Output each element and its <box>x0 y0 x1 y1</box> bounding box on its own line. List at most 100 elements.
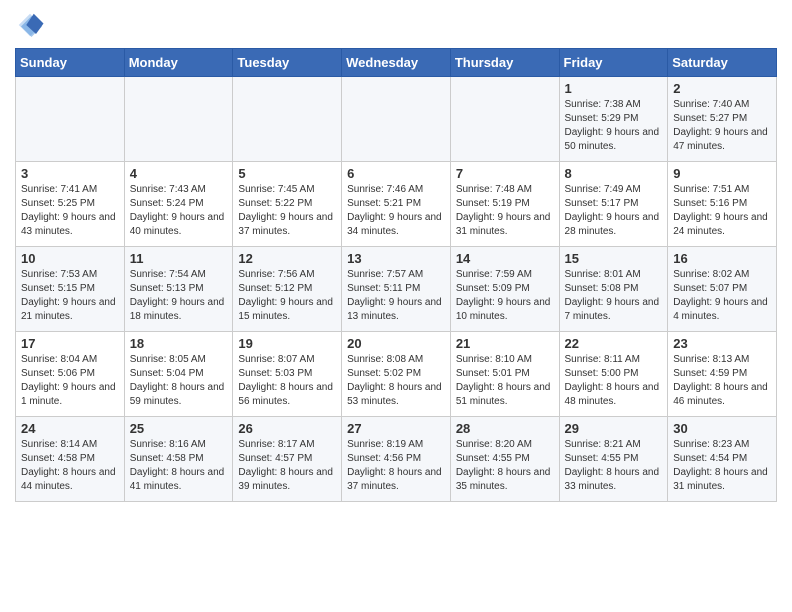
day-number: 21 <box>456 336 554 351</box>
calendar-cell: 2 Sunrise: 7:40 AM Sunset: 5:27 PM Daylig… <box>668 77 777 162</box>
day-info: Sunrise: 7:57 AM Sunset: 5:11 PM Dayligh… <box>347 268 445 324</box>
calendar-cell: 9Sunrise: 7:51 AM Sunset: 5:16 PM Daylig… <box>668 162 777 247</box>
day-info: Sunrise: 8:20 AM Sunset: 4:55 PM Dayligh… <box>456 438 554 494</box>
calendar-cell: 30 Sunrise: 8:23 AM Sunset: 4:54 PM Dayli… <box>668 417 777 502</box>
day-info: Sunrise: 8:05 AM Sunset: 5:04 PM Dayligh… <box>130 353 228 409</box>
day-number: 5 <box>238 166 336 181</box>
day-number: 29 <box>565 421 663 436</box>
day-number: 15 <box>565 251 663 266</box>
day-number: 28 <box>456 421 554 436</box>
day-info: Sunrise: 7:43 AM Sunset: 5:24 PM Dayligh… <box>130 183 228 239</box>
day-info: Sunrise: 8:17 AM Sunset: 4:57 PM Dayligh… <box>238 438 336 494</box>
day-number: 17 <box>21 336 119 351</box>
calendar-header: SundayMondayTuesdayWednesdayThursdayFrid… <box>16 49 777 77</box>
calendar-cell: 15 Sunrise: 8:01 AM Sunset: 5:08 PM Dayli… <box>559 247 668 332</box>
calendar-cell: 22 Sunrise: 8:11 AM Sunset: 5:00 PM Dayli… <box>559 332 668 417</box>
day-number: 6 <box>347 166 445 181</box>
calendar-cell: 25 Sunrise: 8:16 AM Sunset: 4:58 PM Dayli… <box>124 417 233 502</box>
calendar-cell: 1 Sunrise: 7:38 AM Sunset: 5:29 PM Daylig… <box>559 77 668 162</box>
header-row: SundayMondayTuesdayWednesdayThursdayFrid… <box>16 49 777 77</box>
calendar-cell: 28 Sunrise: 8:20 AM Sunset: 4:55 PM Dayli… <box>450 417 559 502</box>
calendar-cell: 3 Sunrise: 7:41 AM Sunset: 5:25 PM Daylig… <box>16 162 125 247</box>
day-info: Sunrise: 8:13 AM Sunset: 4:59 PM Dayligh… <box>673 353 771 409</box>
header-day-saturday: Saturday <box>668 49 777 77</box>
calendar-cell: 10Sunrise: 7:53 AM Sunset: 5:15 PM Dayli… <box>16 247 125 332</box>
week-row-1: 1 Sunrise: 7:38 AM Sunset: 5:29 PM Daylig… <box>16 77 777 162</box>
day-info: Sunrise: 8:04 AM Sunset: 5:06 PM Dayligh… <box>21 353 119 409</box>
day-number: 18 <box>130 336 228 351</box>
day-number: 3 <box>21 166 119 181</box>
day-number: 20 <box>347 336 445 351</box>
day-number: 12 <box>238 251 336 266</box>
day-number: 13 <box>347 251 445 266</box>
calendar-cell: 23Sunrise: 8:13 AM Sunset: 4:59 PM Dayli… <box>668 332 777 417</box>
day-number: 10 <box>21 251 119 266</box>
calendar-cell: 18 Sunrise: 8:05 AM Sunset: 5:04 PM Dayli… <box>124 332 233 417</box>
calendar-cell: 29 Sunrise: 8:21 AM Sunset: 4:55 PM Dayli… <box>559 417 668 502</box>
day-number: 24 <box>21 421 119 436</box>
day-number: 2 <box>673 81 771 96</box>
calendar-cell: 26 Sunrise: 8:17 AM Sunset: 4:57 PM Dayli… <box>233 417 342 502</box>
calendar-cell: 14Sunrise: 7:59 AM Sunset: 5:09 PM Dayli… <box>450 247 559 332</box>
calendar-cell: 21Sunrise: 8:10 AM Sunset: 5:01 PM Dayli… <box>450 332 559 417</box>
calendar-cell: 19Sunrise: 8:07 AM Sunset: 5:03 PM Dayli… <box>233 332 342 417</box>
day-info: Sunrise: 8:19 AM Sunset: 4:56 PM Dayligh… <box>347 438 445 494</box>
calendar-cell: 17 Sunrise: 8:04 AM Sunset: 5:06 PM Dayli… <box>16 332 125 417</box>
day-info: Sunrise: 7:46 AM Sunset: 5:21 PM Dayligh… <box>347 183 445 239</box>
week-row-4: 17 Sunrise: 8:04 AM Sunset: 5:06 PM Dayli… <box>16 332 777 417</box>
day-info: Sunrise: 7:45 AM Sunset: 5:22 PM Dayligh… <box>238 183 336 239</box>
calendar-cell: 20 Sunrise: 8:08 AM Sunset: 5:02 PM Dayli… <box>342 332 451 417</box>
calendar-cell: 16 Sunrise: 8:02 AM Sunset: 5:07 PM Dayli… <box>668 247 777 332</box>
calendar-cell: 4Sunrise: 7:43 AM Sunset: 5:24 PM Daylig… <box>124 162 233 247</box>
calendar-cell: 13 Sunrise: 7:57 AM Sunset: 5:11 PM Dayli… <box>342 247 451 332</box>
page-container: SundayMondayTuesdayWednesdayThursdayFrid… <box>0 0 792 512</box>
day-number: 25 <box>130 421 228 436</box>
day-info: Sunrise: 7:41 AM Sunset: 5:25 PM Dayligh… <box>21 183 119 239</box>
day-number: 26 <box>238 421 336 436</box>
day-number: 7 <box>456 166 554 181</box>
day-number: 30 <box>673 421 771 436</box>
calendar-cell: 12 Sunrise: 7:56 AM Sunset: 5:12 PM Dayli… <box>233 247 342 332</box>
calendar-cell <box>16 77 125 162</box>
calendar-body: 1 Sunrise: 7:38 AM Sunset: 5:29 PM Daylig… <box>16 77 777 502</box>
day-info: Sunrise: 7:38 AM Sunset: 5:29 PM Dayligh… <box>565 98 663 154</box>
day-info: Sunrise: 8:23 AM Sunset: 4:54 PM Dayligh… <box>673 438 771 494</box>
week-row-2: 3 Sunrise: 7:41 AM Sunset: 5:25 PM Daylig… <box>16 162 777 247</box>
day-info: Sunrise: 8:21 AM Sunset: 4:55 PM Dayligh… <box>565 438 663 494</box>
day-number: 27 <box>347 421 445 436</box>
day-info: Sunrise: 7:56 AM Sunset: 5:12 PM Dayligh… <box>238 268 336 324</box>
day-info: Sunrise: 8:01 AM Sunset: 5:08 PM Dayligh… <box>565 268 663 324</box>
calendar-cell: 5 Sunrise: 7:45 AM Sunset: 5:22 PM Daylig… <box>233 162 342 247</box>
day-info: Sunrise: 8:08 AM Sunset: 5:02 PM Dayligh… <box>347 353 445 409</box>
day-number: 11 <box>130 251 228 266</box>
calendar-cell: 6 Sunrise: 7:46 AM Sunset: 5:21 PM Daylig… <box>342 162 451 247</box>
calendar-cell: 11 Sunrise: 7:54 AM Sunset: 5:13 PM Dayli… <box>124 247 233 332</box>
page-header <box>15 10 777 40</box>
calendar-table: SundayMondayTuesdayWednesdayThursdayFrid… <box>15 48 777 502</box>
day-number: 22 <box>565 336 663 351</box>
calendar-cell <box>233 77 342 162</box>
day-info: Sunrise: 8:02 AM Sunset: 5:07 PM Dayligh… <box>673 268 771 324</box>
header-day-tuesday: Tuesday <box>233 49 342 77</box>
header-day-friday: Friday <box>559 49 668 77</box>
day-info: Sunrise: 7:54 AM Sunset: 5:13 PM Dayligh… <box>130 268 228 324</box>
header-day-thursday: Thursday <box>450 49 559 77</box>
day-number: 16 <box>673 251 771 266</box>
day-info: Sunrise: 8:11 AM Sunset: 5:00 PM Dayligh… <box>565 353 663 409</box>
day-number: 19 <box>238 336 336 351</box>
day-info: Sunrise: 8:14 AM Sunset: 4:58 PM Dayligh… <box>21 438 119 494</box>
day-info: Sunrise: 7:48 AM Sunset: 5:19 PM Dayligh… <box>456 183 554 239</box>
day-number: 1 <box>565 81 663 96</box>
calendar-cell: 27 Sunrise: 8:19 AM Sunset: 4:56 PM Dayli… <box>342 417 451 502</box>
day-info: Sunrise: 7:59 AM Sunset: 5:09 PM Dayligh… <box>456 268 554 324</box>
header-day-sunday: Sunday <box>16 49 125 77</box>
week-row-3: 10Sunrise: 7:53 AM Sunset: 5:15 PM Dayli… <box>16 247 777 332</box>
day-info: Sunrise: 7:40 AM Sunset: 5:27 PM Dayligh… <box>673 98 771 154</box>
day-info: Sunrise: 7:51 AM Sunset: 5:16 PM Dayligh… <box>673 183 771 239</box>
calendar-cell <box>124 77 233 162</box>
header-day-monday: Monday <box>124 49 233 77</box>
calendar-cell <box>450 77 559 162</box>
logo <box>15 10 49 40</box>
calendar-cell: 24 Sunrise: 8:14 AM Sunset: 4:58 PM Dayli… <box>16 417 125 502</box>
day-info: Sunrise: 8:16 AM Sunset: 4:58 PM Dayligh… <box>130 438 228 494</box>
